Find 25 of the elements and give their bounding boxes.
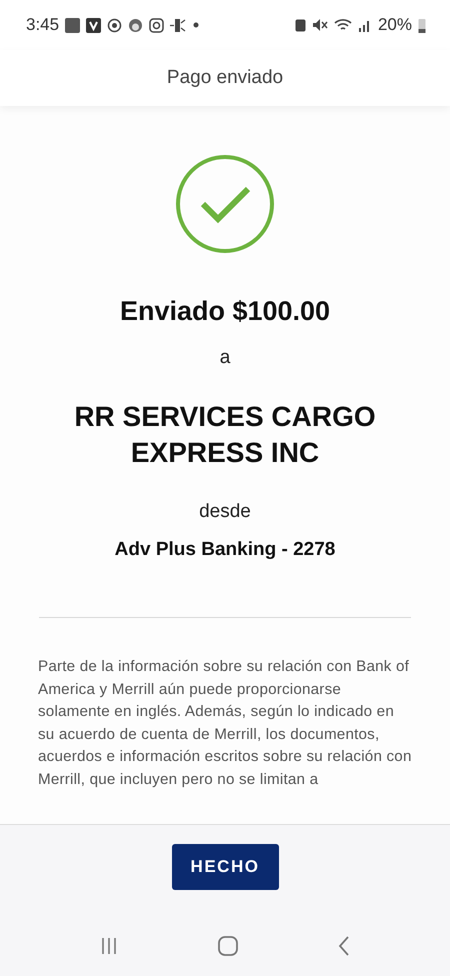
app-notification-icon (170, 18, 186, 32)
battery-saver-icon (294, 18, 306, 32)
to-label: a (220, 347, 230, 369)
screen-title: Pago enviado (166, 67, 284, 89)
home-icon[interactable] (217, 935, 239, 957)
clock-time: 3:45 (26, 15, 60, 35)
disclaimer-text: Parte de la información sobre su relación con Bank of America y Merrill aún puede proporcionarse solamente en inglés. Además, según lo indicado en su acuerdo de cuenta de Merrill, los documentos, acuerdos e información escritos sobre su relación con Merrill, que incluyen pero no se limitan a (38, 657, 412, 790)
back-icon[interactable] (337, 935, 351, 957)
recipient-name: RR SERVICES CARGO EXPRESS INC (73, 400, 377, 470)
app-notification-icon (65, 18, 80, 32)
circle-app-icon (107, 18, 122, 32)
from-label: desde (199, 501, 251, 523)
success-check-icon (175, 154, 275, 254)
app-notification-icon (86, 18, 102, 32)
battery-percentage: 20% (378, 15, 412, 35)
recent-apps-icon[interactable] (99, 936, 119, 956)
mute-icon (312, 18, 328, 32)
dot-icon (192, 21, 200, 29)
battery-icon (418, 18, 426, 32)
signal-icon (358, 18, 372, 32)
done-button[interactable]: HECHO (172, 844, 278, 890)
amount-sent: Enviado $100.00 (120, 296, 330, 327)
camera-app-icon (149, 18, 164, 32)
source-account: Adv Plus Banking - 2278 (114, 539, 336, 561)
wifi-icon (334, 18, 352, 32)
